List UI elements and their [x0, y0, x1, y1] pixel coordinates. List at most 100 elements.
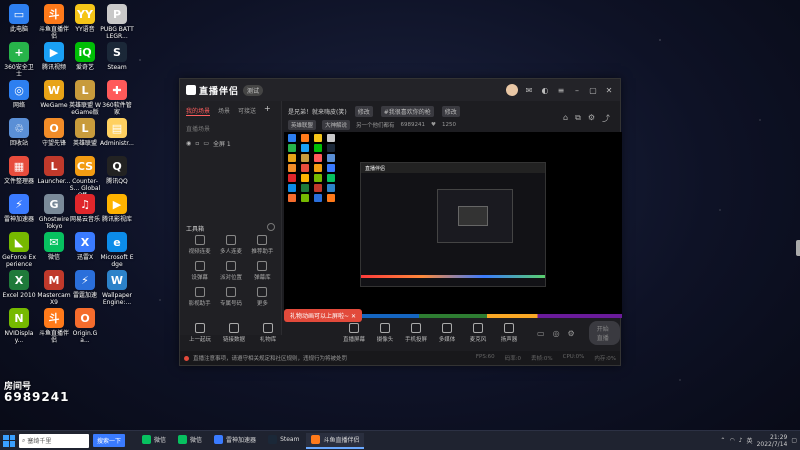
desktop-icon[interactable]: 斗斗鱼直播伴侣 — [37, 308, 71, 344]
edge-handle[interactable] — [796, 240, 800, 256]
user-avatar[interactable] — [506, 84, 518, 96]
notification-icon[interactable]: ▢ — [791, 437, 797, 444]
desktop-icon[interactable]: Q 腾讯QQ — [100, 156, 134, 185]
eye-icon[interactable]: ◉ — [186, 140, 191, 147]
source-tool[interactable]: 直播屏幕 — [340, 323, 368, 343]
desktop-icon[interactable]: ▤ Administr... — [100, 118, 134, 147]
taskbar-item[interactable]: 微信 — [173, 433, 207, 449]
copy-icon[interactable]: ⧉ — [575, 113, 581, 124]
toolbox-item[interactable]: 弹幕库 — [247, 261, 278, 281]
taskbar-item[interactable]: 微信 — [137, 433, 171, 449]
edit-tag-button[interactable]: 修改 — [441, 105, 460, 117]
desktop-icon[interactable]: ⚡ 雷神加速器 — [2, 194, 36, 223]
skin-icon[interactable]: ◐ — [540, 86, 550, 95]
minimize-icon[interactable]: – — [572, 86, 582, 95]
desktop-icon[interactable]: 斗斗鱼直播伴侣 — [37, 4, 71, 40]
category-secondary[interactable]: 大神解说 — [322, 120, 351, 130]
toolbox-item[interactable]: 派对位置 — [215, 261, 246, 281]
source-tool[interactable]: 摄像头 — [371, 323, 399, 343]
desktop-icon[interactable]: +360安全卫士 — [2, 42, 36, 78]
close-icon[interactable]: ✕ — [604, 86, 614, 95]
toolbox-item[interactable]: 设弹幕 — [184, 261, 215, 281]
eye-toggle-icon[interactable]: ◎ — [553, 329, 560, 338]
add-tab-button[interactable]: + — [264, 105, 271, 116]
toolbox-item[interactable]: 多人连麦 — [215, 235, 246, 255]
desktop-icon[interactable]: W Wallpaper Engine:... — [100, 270, 134, 306]
desktop-icon[interactable]: ▶ 腾讯视频 — [37, 42, 71, 71]
desktop-icon[interactable]: e Microsoft Edge — [100, 232, 134, 268]
source-tool[interactable]: 多媒体 — [433, 323, 461, 343]
camera-icon[interactable]: ▭ — [537, 329, 545, 338]
stream-tag[interactable]: #我很喜欢你的枪 — [380, 105, 434, 117]
desktop-icon[interactable]: ◣ GeForce Experience — [2, 232, 36, 268]
tray-clock[interactable]: 21:29 2022/7/14 — [757, 434, 788, 448]
taskbar-search-box[interactable]: ⌕ 塞绮千里 — [19, 433, 89, 448]
taskbar-search-button[interactable]: 搜索一下 — [93, 434, 126, 447]
settings-icon[interactable]: ⚙ — [588, 113, 595, 124]
desktop-icon[interactable]: P PUBG BATTLEGR... — [100, 4, 134, 40]
desktop-icon[interactable]: L 英雄联盟 WeGame版 — [68, 80, 102, 116]
quick-tool[interactable]: 链接数据 — [220, 323, 248, 343]
desktop-icon[interactable]: ✚ 360软件管家 — [100, 80, 134, 116]
desktop-icon[interactable]: X Excel 2010 — [2, 270, 36, 299]
volume-icon[interactable]: ♪ — [739, 437, 743, 444]
quick-tool[interactable]: 上一起玩 — [186, 323, 214, 343]
tab-my-scenes[interactable]: 我的场景 — [186, 106, 211, 116]
category-primary[interactable]: 英雄联盟 — [288, 120, 317, 130]
desktop-icon[interactable]: ▦ 文件整理器 — [2, 156, 36, 185]
tab-scenes[interactable]: 场景 — [218, 106, 230, 116]
network-icon[interactable]: ◠ — [729, 437, 734, 444]
input-language[interactable]: 英 — [747, 436, 753, 445]
window-title-bar[interactable]: 直播伴侣 测试 ✉ ◐ ≡ – ▢ ✕ — [180, 79, 620, 101]
desktop-icon[interactable]: CSCounter-S... Global Off... — [68, 156, 102, 199]
toolbox-item[interactable]: 专属号码 — [215, 287, 246, 307]
desktop-icon[interactable]: G Ghostwire Tokyo — [37, 194, 71, 230]
maximize-icon[interactable]: ▢ — [588, 86, 598, 95]
desktop-icon[interactable]: L 英雄联盟 — [68, 118, 102, 147]
taskbar-item[interactable]: 雷神加速器 — [209, 433, 261, 449]
desktop-icon[interactable]: ✉ 微信 — [37, 232, 71, 261]
toolbox-item[interactable]: 视频连麦 — [184, 235, 215, 255]
desktop-icon[interactable]: ▶ 腾讯影视库 — [100, 194, 134, 223]
status-text[interactable]: 直播注意事项，请遵守相关规定和社区规则，违规行为将被处罚 — [193, 354, 347, 362]
toolbox-more-icon[interactable] — [267, 223, 275, 231]
desktop-icon[interactable]: M Mastercam X9 — [37, 270, 71, 306]
source-tool[interactable]: 手机投屏 — [402, 323, 430, 343]
gift-icon[interactable]: ⌂ — [563, 113, 568, 124]
desktop-icon[interactable]: ▭ 此电脑 — [2, 4, 36, 33]
toolbox-item[interactable]: 更多 — [247, 287, 278, 307]
version-badge[interactable]: 测试 — [243, 84, 264, 96]
desktop-icon[interactable]: ⚡ 雷霆加速 — [68, 270, 102, 299]
windows-start-icon[interactable] — [3, 434, 15, 447]
menu-icon[interactable]: ≡ — [556, 86, 566, 95]
lock-icon[interactable]: ▫ — [195, 140, 199, 147]
start-live-button[interactable]: 开始直播 — [588, 321, 620, 345]
stream-title[interactable]: 是兄弟！就来嗨皮(笑) — [288, 107, 347, 116]
mail-icon[interactable]: ✉ — [524, 86, 534, 95]
desktop-icon[interactable]: ◎ 网络 — [2, 80, 36, 109]
settings-gear-icon[interactable]: ⚙ — [568, 329, 575, 338]
desktop-icon[interactable]: N NVIDisplay... — [2, 308, 36, 344]
desktop-icon[interactable]: S Steam — [100, 42, 134, 71]
desktop-icon[interactable]: L Launcher... — [37, 156, 71, 185]
quick-tool[interactable]: 礼物库 — [254, 323, 282, 343]
scene-item[interactable]: ◉ ▫ ▭ 全屏 1 — [180, 136, 281, 151]
desktop-icon[interactable]: ♫ 网易云音乐 — [68, 194, 102, 223]
tab-available[interactable]: 可接送 — [238, 106, 256, 116]
edit-title-button[interactable]: 修改 — [354, 105, 373, 117]
share-icon[interactable]: ⤴ — [602, 113, 610, 124]
desktop-icon[interactable]: ♲ 回收站 — [2, 118, 36, 147]
desktop-icon[interactable]: W WeGame — [37, 80, 71, 109]
source-tool[interactable]: 扬声器 — [495, 323, 523, 343]
toolbox-item[interactable]: 影视助手 — [184, 287, 215, 307]
taskbar-item[interactable]: Steam — [263, 433, 304, 449]
desktop-icon[interactable]: YY YY语音 — [68, 4, 102, 33]
taskbar-item[interactable]: 斗鱼直播伴侣 — [306, 432, 365, 449]
desktop-icon[interactable]: X 迅雷X — [68, 232, 102, 261]
desktop-icon[interactable]: iQ 爱奇艺 — [68, 42, 102, 71]
douyu-streamer-window[interactable]: 直播伴侣 测试 ✉ ◐ ≡ – ▢ ✕ 我的场景 场景 可接送 + 直播场景 ◉… — [179, 78, 622, 366]
tray-up-icon[interactable]: ⌃ — [720, 437, 725, 444]
live-preview[interactable]: 直播伴侣 — [284, 132, 622, 318]
source-tool[interactable]: 麦克风 — [464, 323, 492, 343]
desktop-icon[interactable]: O 守望先锋 — [37, 118, 71, 147]
